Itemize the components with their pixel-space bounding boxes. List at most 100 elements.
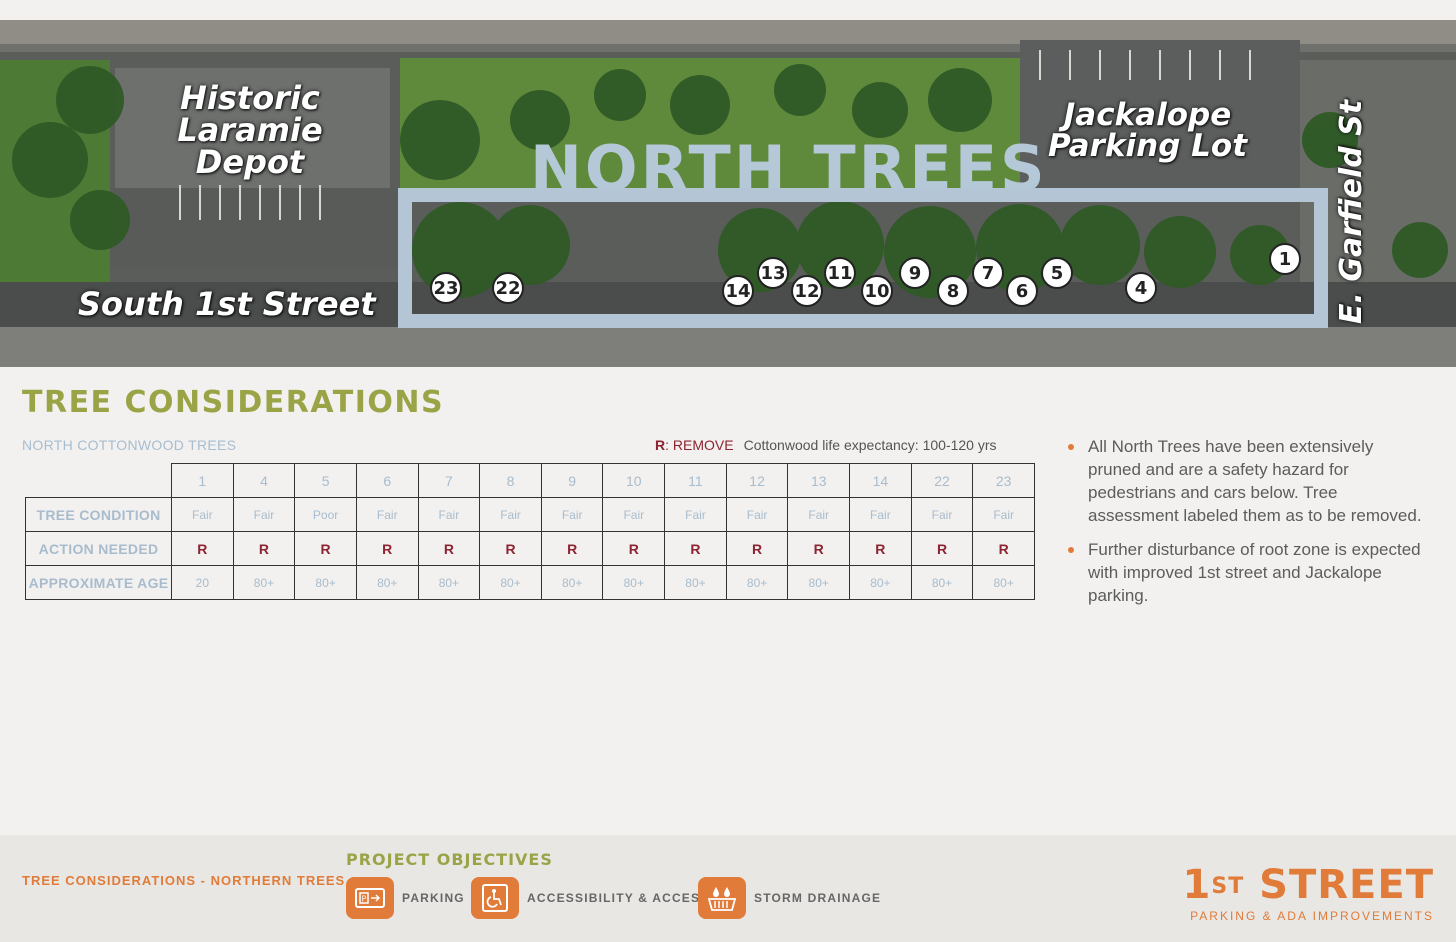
note-item: Further disturbance of root zone is expe… bbox=[1066, 538, 1426, 607]
storm-drainage-icon bbox=[698, 877, 746, 919]
tree-marker: 10 bbox=[861, 275, 893, 307]
brand-logo: 1ST STREET PARKING & ADA IMPROVEMENTS bbox=[1183, 863, 1434, 923]
parking-icon: P bbox=[346, 877, 394, 919]
table-cell: 80+ bbox=[417, 565, 481, 600]
table-cell: R bbox=[910, 531, 974, 566]
table-cell: 20 bbox=[171, 565, 234, 600]
aerial-map: NORTH TREES Historic Laramie Depot South… bbox=[0, 20, 1456, 367]
table-cell: Fair bbox=[540, 497, 604, 532]
table-cell: R bbox=[355, 531, 419, 566]
table-cell: Fair bbox=[355, 497, 419, 532]
objectives-title: PROJECT OBJECTIVES bbox=[346, 850, 553, 869]
tree-marker: 23 bbox=[430, 272, 462, 304]
table-cell: R bbox=[417, 531, 481, 566]
table-subtitle: NORTH COTTONWOOD TREES bbox=[22, 437, 237, 453]
table-row-age: APPROXIMATE AGE 20 80+ 80+ 80+ 80+ 80+ 8… bbox=[25, 565, 1035, 600]
tree-number-header: 22 bbox=[910, 463, 974, 498]
table-row-condition: TREE CONDITION Fair Fair Poor Fair Fair … bbox=[25, 497, 1035, 532]
table-cell: Fair bbox=[664, 497, 727, 532]
table-cell: Fair bbox=[479, 497, 542, 532]
table-cell: R bbox=[171, 531, 234, 566]
tree-table: 1 4 5 6 7 8 9 10 11 12 13 14 22 23 TREE … bbox=[25, 463, 1035, 600]
table-cell: R bbox=[972, 531, 1035, 566]
tree-marker: 11 bbox=[824, 257, 856, 289]
table-cell: Fair bbox=[910, 497, 974, 532]
objective-accessibility: ACCESSIBILITY & ACCESS bbox=[471, 877, 709, 919]
label-south-1st-street: South 1st Street bbox=[78, 285, 376, 323]
label-historic-depot: Historic Laramie Depot bbox=[177, 79, 323, 181]
legend-life-expectancy: Cottonwood life expectancy: 100-120 yrs bbox=[743, 437, 997, 453]
tree-marker: 6 bbox=[1006, 275, 1038, 307]
north-trees-outline bbox=[398, 188, 1328, 328]
note-item: All North Trees have been extensively pr… bbox=[1066, 435, 1426, 527]
table-cell: 80+ bbox=[725, 565, 789, 600]
table-cell: Fair bbox=[417, 497, 481, 532]
tree-number-header: 6 bbox=[355, 463, 419, 498]
footer: TREE CONSIDERATIONS - NORTHERN TREES PRO… bbox=[0, 835, 1456, 942]
row-label: TREE CONDITION bbox=[25, 497, 172, 532]
table-cell: R bbox=[725, 531, 789, 566]
tree-number-header: 1 bbox=[171, 463, 234, 498]
table-cell: R bbox=[479, 531, 542, 566]
tree-marker: 22 bbox=[492, 272, 524, 304]
tree-marker: 12 bbox=[791, 275, 823, 307]
table-cell: 80+ bbox=[355, 565, 419, 600]
brand-sup: ST bbox=[1211, 874, 1245, 899]
table-cell: R bbox=[602, 531, 666, 566]
table-cell: R bbox=[540, 531, 604, 566]
tree-number-header: 10 bbox=[602, 463, 666, 498]
table-cell: 80+ bbox=[479, 565, 542, 600]
table-row-action: ACTION NEEDED R R R R R R R R R R R R R … bbox=[25, 531, 1035, 566]
table-cell: Poor bbox=[294, 497, 357, 532]
table-cell: Fair bbox=[725, 497, 789, 532]
table-cell: Fair bbox=[972, 497, 1035, 532]
tree-marker: 4 bbox=[1125, 272, 1157, 304]
table-header-row: 1 4 5 6 7 8 9 10 11 12 13 14 22 23 bbox=[25, 463, 1035, 498]
objective-parking: P PARKING bbox=[346, 877, 465, 919]
table-cell: R bbox=[787, 531, 851, 566]
label-jackalope-lot: Jackalope Parking Lot bbox=[1047, 97, 1248, 164]
legend-r: R bbox=[655, 437, 666, 453]
tree-number-header: 4 bbox=[232, 463, 296, 498]
table-cell: 80+ bbox=[787, 565, 851, 600]
tree-number-header: 23 bbox=[972, 463, 1035, 498]
tree-marker: 9 bbox=[899, 257, 931, 289]
tree-number-header: 13 bbox=[787, 463, 851, 498]
table-cell: Fair bbox=[232, 497, 296, 532]
objective-storm-drainage: STORM DRAINAGE bbox=[698, 877, 881, 919]
tree-number-header: 12 bbox=[725, 463, 789, 498]
tree-number-header: 14 bbox=[849, 463, 912, 498]
table-cell: R bbox=[849, 531, 912, 566]
brand-subtitle: PARKING & ADA IMPROVEMENTS bbox=[1190, 909, 1434, 923]
tree-number-header: 5 bbox=[294, 463, 357, 498]
tree-marker: 7 bbox=[972, 257, 1004, 289]
footer-page-label: TREE CONSIDERATIONS - NORTHERN TREES bbox=[22, 873, 346, 888]
table-cell: Fair bbox=[787, 497, 851, 532]
objective-label: STORM DRAINAGE bbox=[754, 891, 882, 905]
table-cell: 80+ bbox=[972, 565, 1035, 600]
table-cell: R bbox=[294, 531, 357, 566]
brand-word: STREET bbox=[1244, 862, 1434, 908]
table-cell: 80+ bbox=[540, 565, 604, 600]
objective-label: PARKING bbox=[402, 891, 465, 905]
table-cell: R bbox=[232, 531, 296, 566]
tree-marker: 14 bbox=[722, 275, 754, 307]
tree-marker: 5 bbox=[1041, 257, 1073, 289]
brand-main: 1 bbox=[1182, 862, 1212, 908]
table-cell: 80+ bbox=[232, 565, 296, 600]
section-title: TREE CONSIDERATIONS bbox=[22, 385, 445, 420]
tree-number-header: 9 bbox=[540, 463, 604, 498]
tree-number-header: 8 bbox=[479, 463, 542, 498]
tree-number-header: 7 bbox=[417, 463, 481, 498]
objective-label: ACCESSIBILITY & ACCESS bbox=[527, 891, 710, 905]
table-cell: 80+ bbox=[602, 565, 666, 600]
row-label: ACTION NEEDED bbox=[25, 531, 172, 566]
tree-number-header: 11 bbox=[664, 463, 727, 498]
table-cell: Fair bbox=[602, 497, 666, 532]
accessibility-icon bbox=[471, 877, 519, 919]
table-cell: Fair bbox=[171, 497, 234, 532]
table-cell: 80+ bbox=[849, 565, 912, 600]
table-cell: 80+ bbox=[664, 565, 727, 600]
brand-wordmark: 1ST STREET bbox=[1183, 863, 1434, 907]
svg-text:P: P bbox=[362, 895, 367, 904]
